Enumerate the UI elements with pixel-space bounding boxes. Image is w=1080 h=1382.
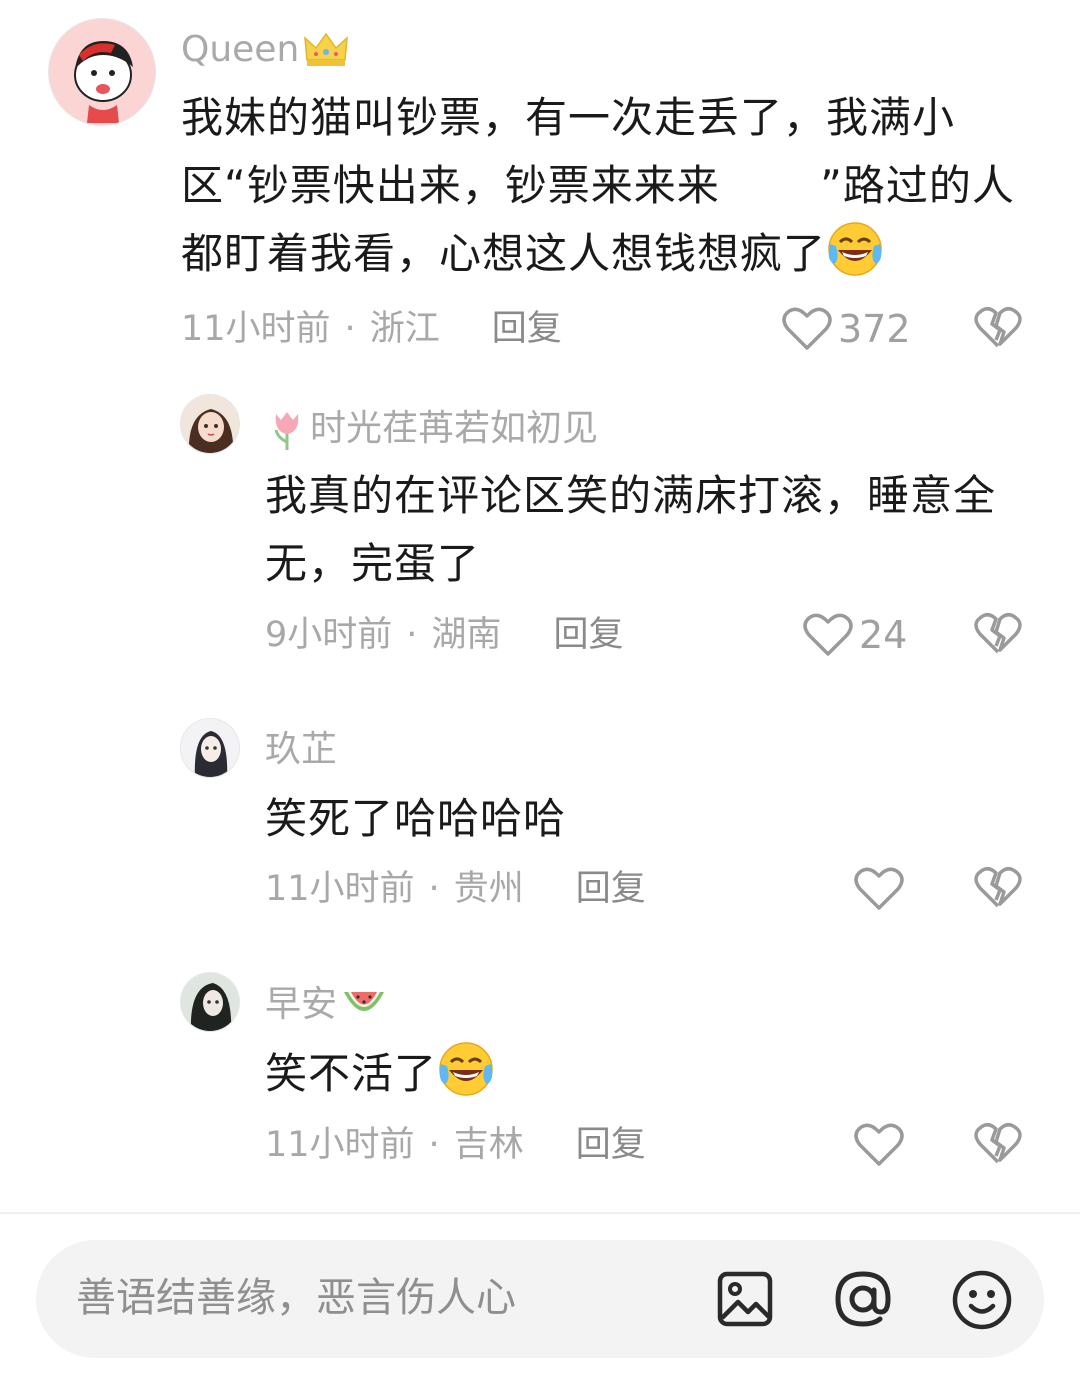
timestamp: 11小时前 (265, 869, 415, 909)
comment-meta: 11小时前 · 吉林 回复 (265, 1128, 646, 1163)
comment-line: 无，完蛋了 (265, 539, 481, 588)
like-button[interactable]: 24 (803, 612, 907, 658)
comment-line: 笑死了哈哈哈哈 (265, 794, 567, 843)
reply-button[interactable]: 回复 (492, 312, 562, 347)
heart-icon (782, 307, 832, 350)
comment-line: 区“钞票快出来，钞票来来来 ”路过的人 (181, 161, 1015, 210)
username[interactable]: Queen (181, 30, 349, 70)
comment-line-last: 都盯着我看，心想这人想钱想疯了 (181, 220, 1041, 288)
timestamp: 11小时前 (181, 309, 331, 349)
laugh-cry-emoji (828, 222, 882, 276)
broken-heart-icon (974, 867, 1022, 908)
meta-separator: · (428, 869, 440, 909)
at-icon[interactable] (832, 1268, 894, 1330)
avatar-girl-icon (181, 719, 239, 777)
tulip-icon (274, 412, 299, 450)
broken-heart-icon (974, 1123, 1022, 1164)
like-count: 372 (838, 307, 911, 351)
like-button[interactable] (854, 866, 910, 912)
image-icon[interactable] (714, 1268, 776, 1330)
like-button[interactable] (854, 1122, 910, 1168)
emoji-icon[interactable] (950, 1268, 1014, 1332)
comment-meta: 9小时前 · 湖南 回复 (265, 618, 623, 653)
dislike-button[interactable] (974, 1122, 1022, 1170)
comment-meta: 11小时前 · 浙江 回复 (181, 312, 562, 347)
dislike-button[interactable] (974, 306, 1022, 354)
like-button[interactable]: 372 (782, 306, 911, 352)
avatar[interactable] (48, 18, 156, 126)
avatar-cartoon-girl-icon (49, 19, 155, 125)
comment-text: 我真的在评论区笑的满床打滚，睡意全 无，完蛋了 (265, 462, 1045, 598)
username[interactable]: 玖芷 (265, 732, 337, 768)
comment-input-placeholder[interactable]: 善语结善缘，恶言伤人心 (76, 1278, 516, 1318)
meta-separator: · (344, 309, 356, 349)
avatar[interactable] (180, 972, 240, 1032)
avatar[interactable] (180, 394, 240, 454)
meta-separator: · (428, 1125, 440, 1165)
comment-input-bar[interactable]: 善语结善缘，恶言伤人心 (36, 1240, 1044, 1358)
meta-separator: · (406, 615, 418, 655)
username[interactable]: 早安 (265, 986, 387, 1024)
timestamp: 9小时前 (265, 615, 393, 655)
like-count: 24 (859, 613, 908, 657)
reply-button[interactable]: 回复 (576, 1128, 646, 1163)
dislike-button[interactable] (974, 612, 1022, 660)
avatar-girl-icon (181, 395, 239, 453)
comment-line: 我真的在评论区笑的满床打滚，睡意全 (265, 471, 997, 520)
avatar[interactable] (180, 718, 240, 778)
comment-line-last: 笑不活了 (265, 1040, 1045, 1108)
watermelon-icon (344, 992, 385, 1011)
broken-heart-icon (974, 613, 1022, 654)
broken-heart-icon (974, 307, 1022, 348)
location: 贵州 (453, 869, 524, 909)
comment-text: 笑不活了 (265, 1040, 1045, 1108)
crown-icon (304, 32, 349, 66)
divider (0, 1212, 1080, 1214)
location: 湖南 (431, 615, 502, 655)
location: 吉林 (453, 1125, 524, 1165)
laugh-cry-emoji (439, 1042, 493, 1096)
heart-icon (854, 1123, 904, 1166)
comment-text: 笑死了哈哈哈哈 (265, 785, 1045, 853)
username[interactable]: 时光荏苒若如初见 (268, 408, 598, 450)
reply-button[interactable]: 回复 (553, 618, 623, 653)
reply-button[interactable]: 回复 (576, 872, 646, 907)
dislike-button[interactable] (974, 866, 1022, 914)
heart-icon (803, 613, 853, 656)
timestamp: 11小时前 (265, 1125, 415, 1165)
comment-text: 我妹的猫叫钞票，有一次走丢了，我满小 区“钞票快出来，钞票来来来 ”路过的人 都… (181, 84, 1041, 288)
heart-icon (854, 867, 904, 910)
avatar-girl-icon (181, 973, 239, 1031)
comment-meta: 11小时前 · 贵州 回复 (265, 872, 646, 907)
comment-line: 我妹的猫叫钞票，有一次走丢了，我满小 (181, 93, 956, 142)
location: 浙江 (369, 309, 440, 349)
